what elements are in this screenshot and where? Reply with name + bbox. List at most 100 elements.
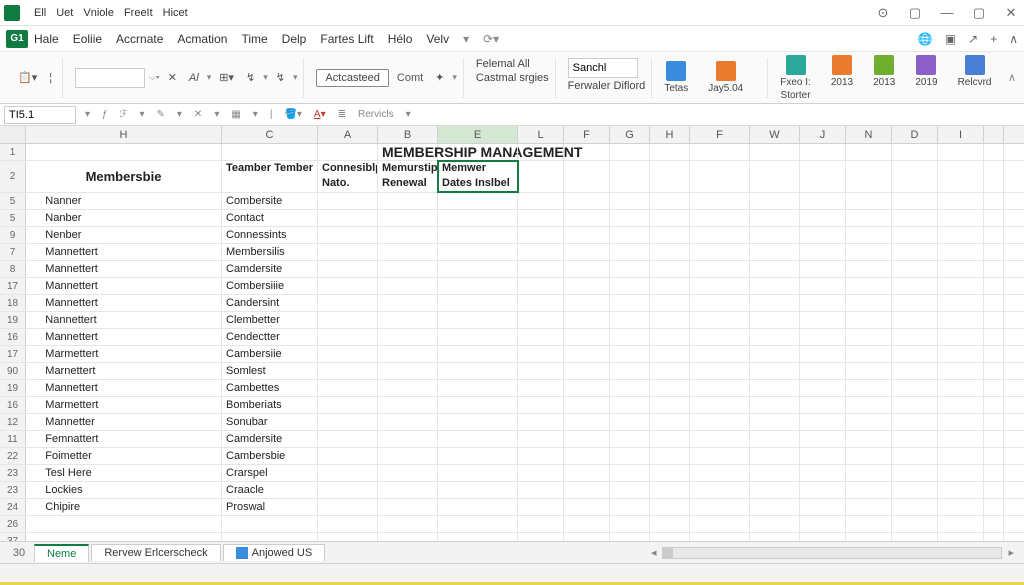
cell[interactable] (26, 144, 222, 160)
cell[interactable] (518, 329, 564, 345)
cell[interactable] (378, 329, 438, 345)
menu-item[interactable]: Hélo (388, 32, 413, 46)
cell[interactable] (610, 414, 650, 430)
cell[interactable] (892, 499, 938, 515)
cell[interactable] (518, 516, 564, 532)
cell[interactable] (800, 346, 846, 362)
cell[interactable] (690, 295, 750, 311)
col-header[interactable]: H (650, 126, 690, 143)
cell[interactable]: Marnettert (26, 363, 222, 379)
cell[interactable] (318, 329, 378, 345)
cell[interactable] (318, 210, 378, 226)
row-header[interactable]: 16 (0, 329, 26, 345)
cell[interactable] (846, 414, 892, 430)
clear-icon[interactable]: ✕ (164, 69, 181, 86)
cell[interactable] (610, 210, 650, 226)
dropdown-icon[interactable]: ⌵▾ (149, 72, 160, 83)
cell[interactable] (800, 244, 846, 260)
cell[interactable] (984, 261, 1004, 277)
cell[interactable] (378, 193, 438, 209)
cell[interactable] (378, 397, 438, 413)
cell[interactable] (518, 414, 564, 430)
cell[interactable] (750, 144, 800, 160)
cell[interactable] (938, 465, 984, 481)
cell[interactable]: Memurstip Renewal (378, 161, 438, 192)
row-header[interactable]: 23 (0, 482, 26, 498)
cell[interactable] (518, 161, 564, 192)
cell[interactable] (650, 193, 690, 209)
cell[interactable] (984, 210, 1004, 226)
cell[interactable] (984, 516, 1004, 532)
cell[interactable]: Combersiiie (222, 278, 318, 294)
cell[interactable] (438, 210, 518, 226)
cell[interactable] (518, 346, 564, 362)
cell[interactable] (750, 516, 800, 532)
cell[interactable] (750, 244, 800, 260)
cell[interactable]: Teamber Tember (222, 161, 318, 192)
cell[interactable]: Connesiblp Nato. (318, 161, 378, 192)
cell[interactable] (750, 482, 800, 498)
toolbar-icon[interactable]: ✕ (191, 109, 205, 120)
cell[interactable] (564, 397, 610, 413)
cell[interactable] (846, 295, 892, 311)
cell[interactable] (892, 431, 938, 447)
row-header[interactable]: 23 (0, 465, 26, 481)
cell[interactable] (518, 465, 564, 481)
toolbar-icon[interactable]: ℱ (117, 109, 131, 120)
col-header[interactable]: H (26, 126, 222, 143)
cell[interactable] (800, 516, 846, 532)
col-header[interactable] (984, 126, 1004, 143)
cell[interactable] (938, 295, 984, 311)
font-name-input[interactable] (75, 68, 145, 88)
row-header[interactable]: 17 (0, 346, 26, 362)
cell[interactable] (846, 346, 892, 362)
cell[interactable] (610, 346, 650, 362)
scroll-left-icon[interactable]: ◂ (647, 546, 661, 559)
cell[interactable] (800, 482, 846, 498)
name-box[interactable] (4, 106, 76, 124)
cell[interactable] (438, 144, 518, 160)
ribbon-collapse-icon[interactable]: ∧ (1008, 71, 1016, 84)
cell[interactable] (800, 261, 846, 277)
cell[interactable] (438, 380, 518, 396)
cell[interactable] (438, 244, 518, 260)
cell[interactable] (378, 499, 438, 515)
cell[interactable] (650, 295, 690, 311)
cell[interactable] (800, 295, 846, 311)
cell[interactable] (846, 312, 892, 328)
cell[interactable] (318, 448, 378, 464)
cell[interactable] (650, 210, 690, 226)
col-header[interactable]: D (892, 126, 938, 143)
dropdown-icon[interactable]: ▾ (136, 109, 147, 120)
cell[interactable] (610, 144, 650, 160)
cell[interactable] (846, 363, 892, 379)
cell[interactable] (984, 193, 1004, 209)
cell[interactable] (690, 516, 750, 532)
cell[interactable] (610, 193, 650, 209)
sheet-tab[interactable]: Anjowed US (223, 544, 326, 561)
cell[interactable] (378, 431, 438, 447)
cell[interactable]: Nannettert (26, 312, 222, 328)
cell[interactable] (518, 499, 564, 515)
cell[interactable] (984, 482, 1004, 498)
cell[interactable]: Mannettert (26, 380, 222, 396)
cell[interactable] (610, 516, 650, 532)
cell[interactable] (938, 380, 984, 396)
cell[interactable] (650, 278, 690, 294)
col-header[interactable]: F (690, 126, 750, 143)
dropdown-icon[interactable]: ▾ (82, 109, 93, 120)
cell[interactable] (938, 244, 984, 260)
cell[interactable] (892, 397, 938, 413)
cell[interactable] (318, 516, 378, 532)
cell[interactable] (984, 397, 1004, 413)
cell[interactable]: Mannettert (26, 329, 222, 345)
cell[interactable] (938, 261, 984, 277)
cell[interactable] (564, 329, 610, 345)
cell[interactable]: Femnattert (26, 431, 222, 447)
cell[interactable] (650, 414, 690, 430)
menubar-icon[interactable]: + (990, 32, 997, 46)
cell[interactable]: Connessints (222, 227, 318, 243)
cell[interactable] (750, 227, 800, 243)
cell[interactable] (938, 312, 984, 328)
col-header[interactable]: B (378, 126, 438, 143)
